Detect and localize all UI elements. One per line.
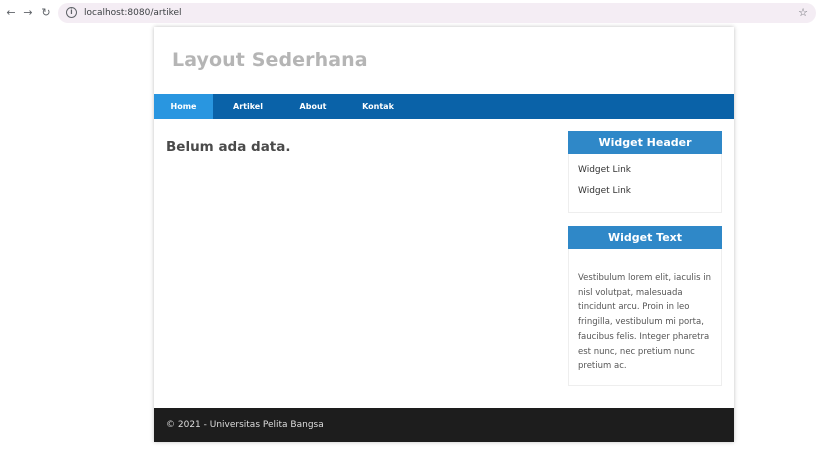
widget-links-body: Widget Link Widget Link <box>568 154 722 213</box>
footer-copyright: © 2021 - Universitas Pelita Bangsa <box>166 420 324 430</box>
nav-item-kontak[interactable]: Kontak <box>343 94 413 119</box>
widget-link[interactable]: Widget Link <box>578 160 721 181</box>
widget-text-paragraph: Vestibulum lorem elit, iaculis in nisl v… <box>578 273 712 372</box>
nav-item-about[interactable]: About <box>283 94 343 119</box>
widget-text-body: Vestibulum lorem elit, iaculis in nisl v… <box>568 249 722 386</box>
empty-message: Belum ada data. <box>166 139 291 155</box>
info-icon[interactable]: i <box>66 7 77 18</box>
nav-item-artikel[interactable]: Artikel <box>213 94 283 119</box>
nav-item-home[interactable]: Home <box>154 94 213 119</box>
url-text[interactable]: localhost:8080/artikel <box>84 6 182 20</box>
main-content: Belum ada data. <box>166 139 291 155</box>
star-icon[interactable]: ☆ <box>798 5 808 21</box>
reload-icon[interactable]: ↻ <box>39 6 53 20</box>
main-nav: Home Artikel About Kontak <box>154 94 734 119</box>
site-title: Layout Sederhana <box>172 49 368 71</box>
browser-toolbar: ← → ↻ i localhost:8080/artikel ☆ <box>0 0 826 27</box>
back-arrow-icon[interactable]: ← <box>4 6 18 20</box>
page-container: Layout Sederhana Home Artikel About Kont… <box>154 27 734 442</box>
widget-text-title: Widget Text <box>568 226 722 249</box>
widget-header-title: Widget Header <box>568 131 722 154</box>
widget-link[interactable]: Widget Link <box>578 181 721 202</box>
widget-links: Widget Header Widget Link Widget Link <box>568 131 722 213</box>
address-bar[interactable]: i localhost:8080/artikel ☆ <box>58 3 816 23</box>
site-footer: © 2021 - Universitas Pelita Bangsa <box>154 408 734 442</box>
site-header: Layout Sederhana <box>154 27 734 94</box>
sidebar: Widget Header Widget Link Widget Link Wi… <box>568 131 722 386</box>
forward-arrow-icon[interactable]: → <box>21 6 35 20</box>
widget-text: Widget Text Vestibulum lorem elit, iacul… <box>568 226 722 386</box>
